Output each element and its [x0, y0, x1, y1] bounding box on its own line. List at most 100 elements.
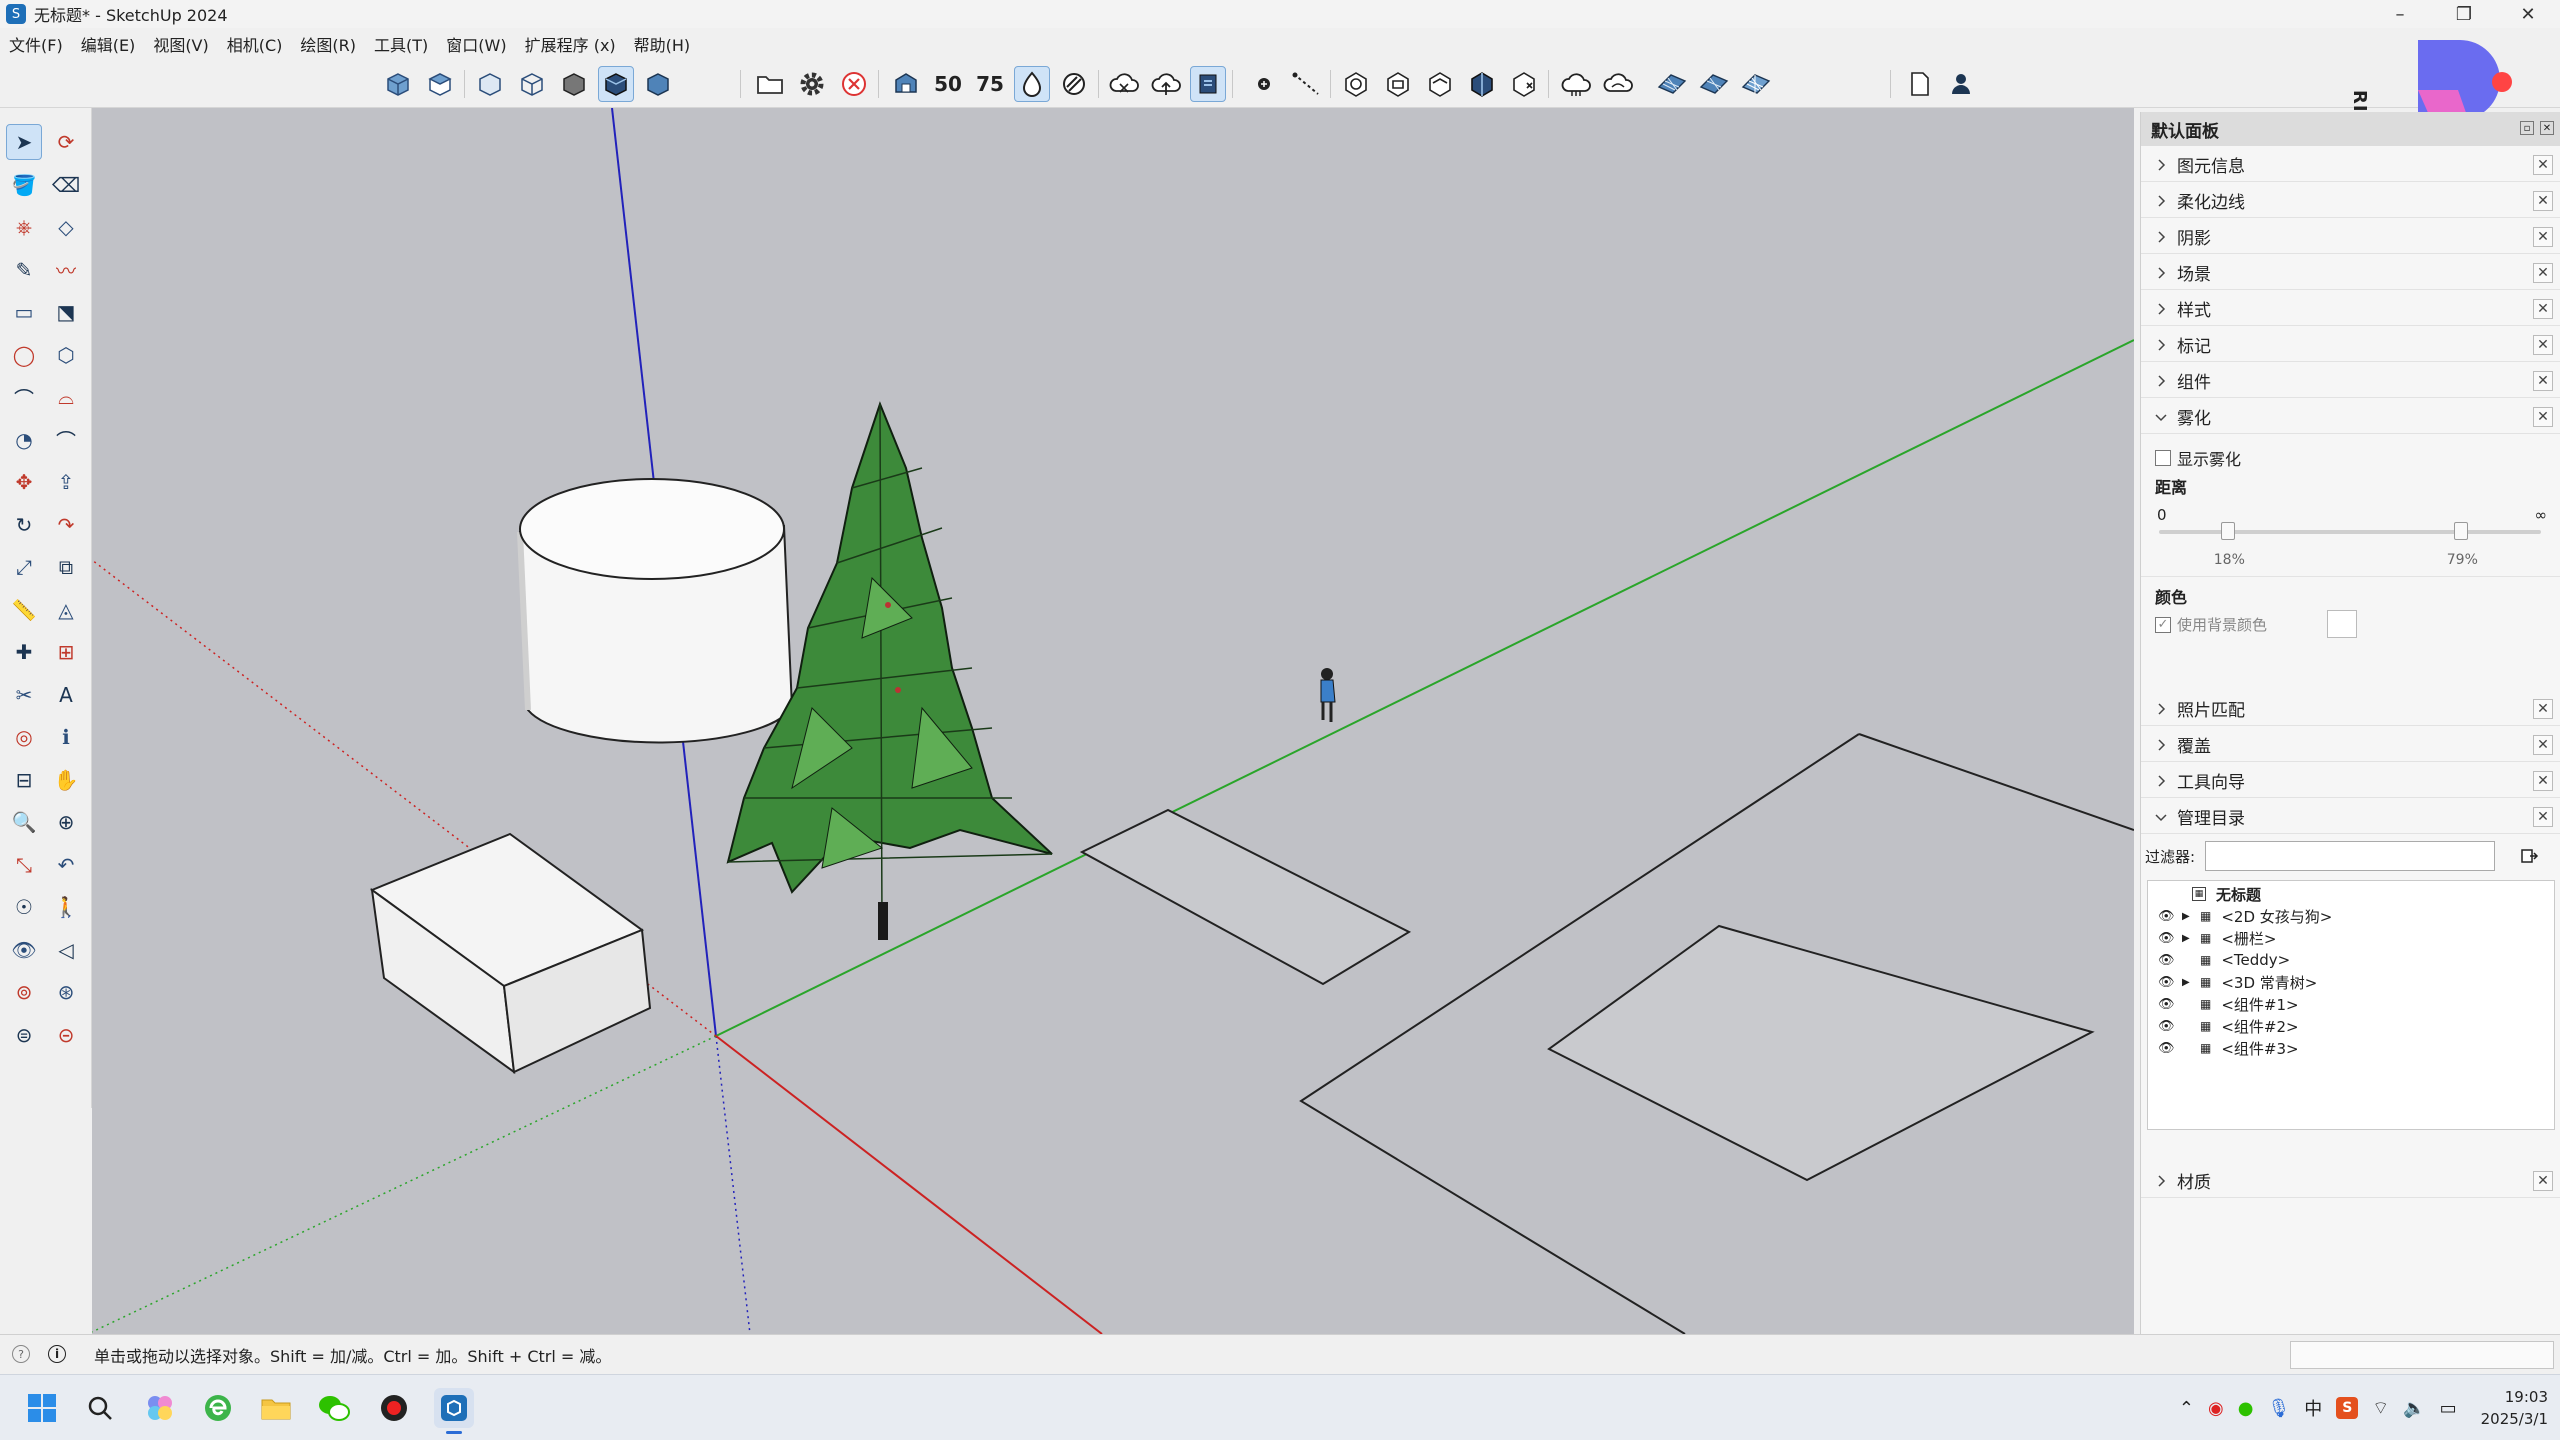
tree-item[interactable]: 👁 ▦ <组件#2> — [2148, 1015, 2548, 1037]
tree-item[interactable]: 👁 ▶ ▦ <3D 常青树> — [2148, 971, 2548, 993]
previous-view-icon[interactable]: ↶ — [48, 847, 84, 883]
menu-extensions[interactable]: 扩展程序 (x) — [516, 32, 625, 56]
tray-shadows[interactable]: 阴影 ✕ — [2141, 220, 2560, 254]
offset-icon[interactable]: ⧉ — [48, 549, 84, 585]
monochrome-style-icon[interactable] — [640, 66, 676, 102]
menu-file[interactable]: 文件(F) — [0, 32, 72, 56]
volume-icon[interactable]: 🔈 — [2403, 1398, 2425, 1419]
cloud-upload-icon[interactable] — [1148, 66, 1184, 102]
point-icon[interactable] — [1246, 66, 1282, 102]
move-icon[interactable]: ✥ — [6, 464, 42, 500]
rotate-icon[interactable]: ↻ — [6, 507, 42, 543]
visibility-eye-icon[interactable]: 👁 — [2158, 975, 2175, 990]
solid-subtract-icon[interactable] — [1464, 66, 1500, 102]
zoom-icon[interactable]: 🔍 — [6, 804, 42, 840]
tree-item[interactable]: 👁 ▦ <组件#3> — [2148, 1037, 2548, 1059]
tray-styles[interactable]: 样式 ✕ — [2141, 292, 2560, 326]
solid-union-icon[interactable] — [1422, 66, 1458, 102]
battery-icon[interactable]: ▭ — [2440, 1398, 2457, 1419]
wechat-icon[interactable] — [314, 1388, 354, 1428]
tray-close-icon[interactable]: ✕ — [2533, 263, 2553, 283]
menu-edit[interactable]: 编辑(E) — [72, 32, 145, 56]
tray-close-icon[interactable]: ✕ — [2533, 735, 2553, 755]
tray-outliner[interactable]: 管理目录 ✕ — [2141, 800, 2560, 834]
two-point-arc-icon[interactable]: ⌓ — [48, 379, 84, 415]
search-icon[interactable] — [80, 1388, 120, 1428]
user-account-icon[interactable] — [1944, 66, 1980, 102]
tray-scenes[interactable]: 场景 ✕ — [2141, 256, 2560, 290]
protractor-icon[interactable]: ◬ — [48, 592, 84, 628]
settings-gear-icon[interactable] — [794, 66, 830, 102]
panel-pin-icon[interactable]: ▫ — [2520, 121, 2534, 135]
tree-item[interactable]: 👁 ▦ <组件#1> — [2148, 993, 2548, 1015]
dimension-icon[interactable]: ⊞ — [48, 634, 84, 670]
follow-me-icon[interactable]: ↷ — [48, 507, 84, 543]
chevron-up-icon[interactable]: ⌃ — [2179, 1398, 2194, 1419]
pencil-line-icon[interactable]: ✎ — [6, 252, 42, 288]
open-folder-icon[interactable] — [752, 66, 788, 102]
shaded-style-icon[interactable] — [556, 66, 592, 102]
tray-close-icon[interactable]: ✕ — [2533, 1171, 2553, 1191]
scale-icon[interactable]: ⤢ — [6, 549, 42, 585]
select-icon[interactable]: ➤ — [6, 124, 42, 160]
sketchup-task-icon[interactable] — [434, 1388, 474, 1434]
sandbox-grid-c-icon[interactable] — [1738, 66, 1774, 102]
solid-outer-shell-icon[interactable] — [1338, 66, 1374, 102]
tray-close-icon[interactable]: ✕ — [2533, 807, 2553, 827]
extension-50-icon[interactable]: 50 — [930, 66, 966, 102]
visibility-eye-icon[interactable]: 👁 — [2158, 997, 2175, 1012]
cloud-sync-icon[interactable] — [1106, 66, 1142, 102]
3d-text-icon[interactable]: A — [48, 677, 84, 713]
instructor-info-icon[interactable]: i — [48, 1345, 66, 1363]
fog-end-handle[interactable] — [2453, 522, 2468, 540]
pan-walk-icon[interactable]: ✋ — [48, 762, 84, 798]
tray-close-icon[interactable]: ✕ — [2533, 299, 2553, 319]
tray-close-icon[interactable]: ✕ — [2533, 335, 2553, 355]
panel-close-icon[interactable]: ✕ — [2540, 121, 2554, 135]
look-around-icon[interactable]: 👁 — [6, 932, 42, 968]
use-bg-color-row[interactable]: ✓ 使用背景颜色 — [2155, 614, 2267, 635]
solid-inspector-icon[interactable] — [1014, 66, 1050, 102]
cloud-a-icon[interactable] — [1558, 66, 1594, 102]
tray-close-icon[interactable]: ✕ — [2533, 191, 2553, 211]
windows-start-icon[interactable] — [22, 1388, 62, 1428]
tray-tags[interactable]: 标记 ✕ — [2141, 328, 2560, 362]
eraser-icon[interactable]: ⌫ — [48, 167, 84, 203]
pie-icon[interactable]: ◔ — [6, 422, 42, 458]
shaded-texture-style-icon[interactable] — [598, 66, 634, 102]
clock[interactable]: 19:03 2025/3/1 — [2481, 1386, 2548, 1430]
tree-item[interactable]: 👁 ▦ <Teddy> — [2148, 949, 2548, 971]
visibility-eye-icon[interactable]: 👁 — [2158, 953, 2175, 968]
wechat-tray-icon[interactable]: ● — [2238, 1398, 2254, 1419]
maximize-icon[interactable]: ❐ — [2432, 0, 2496, 28]
menu-draw[interactable]: 绘图(R) — [291, 32, 365, 56]
app-s-icon[interactable]: S — [2336, 1397, 2359, 1419]
tape-measure-icon[interactable]: 📏 — [6, 592, 42, 628]
sandbox-grid-b-icon[interactable] — [1696, 66, 1732, 102]
tray-match-photo[interactable]: 照片匹配 ✕ — [2141, 692, 2560, 726]
ime-indicator[interactable]: 中 — [2304, 1395, 2322, 1421]
show-fog-checkbox[interactable] — [2155, 450, 2171, 466]
record-icon[interactable]: ◉ — [2208, 1398, 2224, 1419]
measurements-box[interactable] — [2290, 1341, 2554, 1369]
sandbox-grid-a-icon[interactable] — [1654, 66, 1690, 102]
section-fill-tool-icon[interactable]: ⊟ — [6, 762, 42, 798]
arc-icon[interactable]: ⌒ — [6, 379, 42, 415]
expand-arrow-icon[interactable]: ▶ — [2182, 911, 2192, 922]
tray-components[interactable]: 组件 ✕ — [2141, 364, 2560, 398]
rotated-rectangle-icon[interactable]: ⬔ — [48, 294, 84, 330]
zoom-window-icon[interactable]: ⊕ — [48, 804, 84, 840]
tray-entity-info[interactable]: 图元信息 ✕ — [2141, 148, 2560, 182]
widgets-icon[interactable] — [140, 1388, 180, 1428]
minimize-icon[interactable]: – — [2368, 0, 2432, 28]
xray-style-icon[interactable] — [472, 66, 508, 102]
text-label-icon[interactable]: ℹ — [48, 719, 84, 755]
tray-materials[interactable]: 材质 ✕ — [2141, 1164, 2560, 1198]
menu-view[interactable]: 视图(V) — [144, 32, 217, 56]
browser-icon[interactable] — [198, 1388, 238, 1428]
circle-icon[interactable]: ◯ — [6, 337, 42, 373]
close-icon[interactable]: ✕ — [2496, 0, 2560, 28]
menu-window[interactable]: 窗口(W) — [437, 32, 515, 56]
fog-distance-slider[interactable] — [2159, 530, 2541, 534]
tray-fog[interactable]: 雾化 ✕ — [2141, 400, 2560, 434]
